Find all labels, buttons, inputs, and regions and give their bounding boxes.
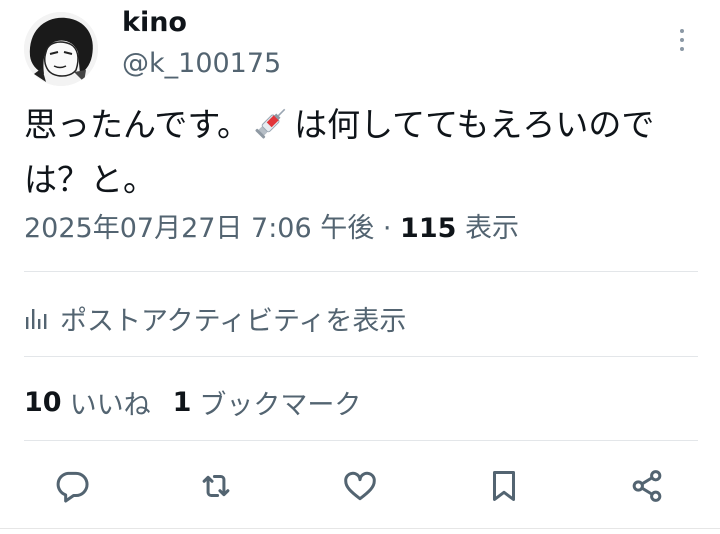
repost-icon[interactable]	[196, 466, 236, 506]
tweet-text: 思ったんです。 は何しててもえろいのでは？と。	[24, 100, 694, 204]
view-label: 表示	[465, 213, 519, 244]
view-count: 115	[400, 213, 457, 244]
divider	[24, 271, 698, 272]
divider	[24, 440, 698, 441]
bookmarks-stat[interactable]: 1 ブックマーク	[173, 383, 362, 422]
bookmarks-label: ブックマーク	[199, 389, 362, 421]
tweet-meta: 2025年07月27日 7:06 午後 · 115 表示	[24, 211, 519, 247]
display-name[interactable]: kino	[122, 6, 187, 40]
divider	[0, 528, 720, 529]
more-options-icon[interactable]	[664, 24, 700, 56]
tweet-text-part-1: 思ったんです。	[24, 105, 251, 144]
like-icon[interactable]	[340, 466, 380, 506]
meta-separator: ·	[382, 213, 392, 244]
analytics-icon	[26, 309, 47, 329]
post-activity-label: ポストアクティビティを表示	[60, 305, 407, 337]
post-activity-link[interactable]: ポストアクティビティを表示	[24, 298, 406, 338]
divider	[24, 356, 698, 357]
likes-label: いいね	[69, 389, 151, 421]
engagement-stats: 10 いいね 1 ブックマーク	[24, 382, 361, 422]
share-icon[interactable]	[627, 466, 667, 506]
tweet-date[interactable]: 2025年07月27日	[24, 213, 242, 244]
action-bar	[0, 462, 720, 510]
syringe-icon	[252, 102, 292, 155]
bookmarks-count: 1	[172, 386, 192, 418]
avatar[interactable]	[24, 12, 98, 86]
likes-stat[interactable]: 10 いいね	[24, 383, 151, 422]
reply-icon[interactable]	[52, 466, 92, 506]
tweet-time[interactable]: 7:06 午後	[251, 213, 374, 244]
likes-count: 10	[24, 386, 62, 418]
bookmark-icon[interactable]	[484, 466, 524, 506]
user-handle[interactable]: @k_100175	[122, 47, 281, 81]
